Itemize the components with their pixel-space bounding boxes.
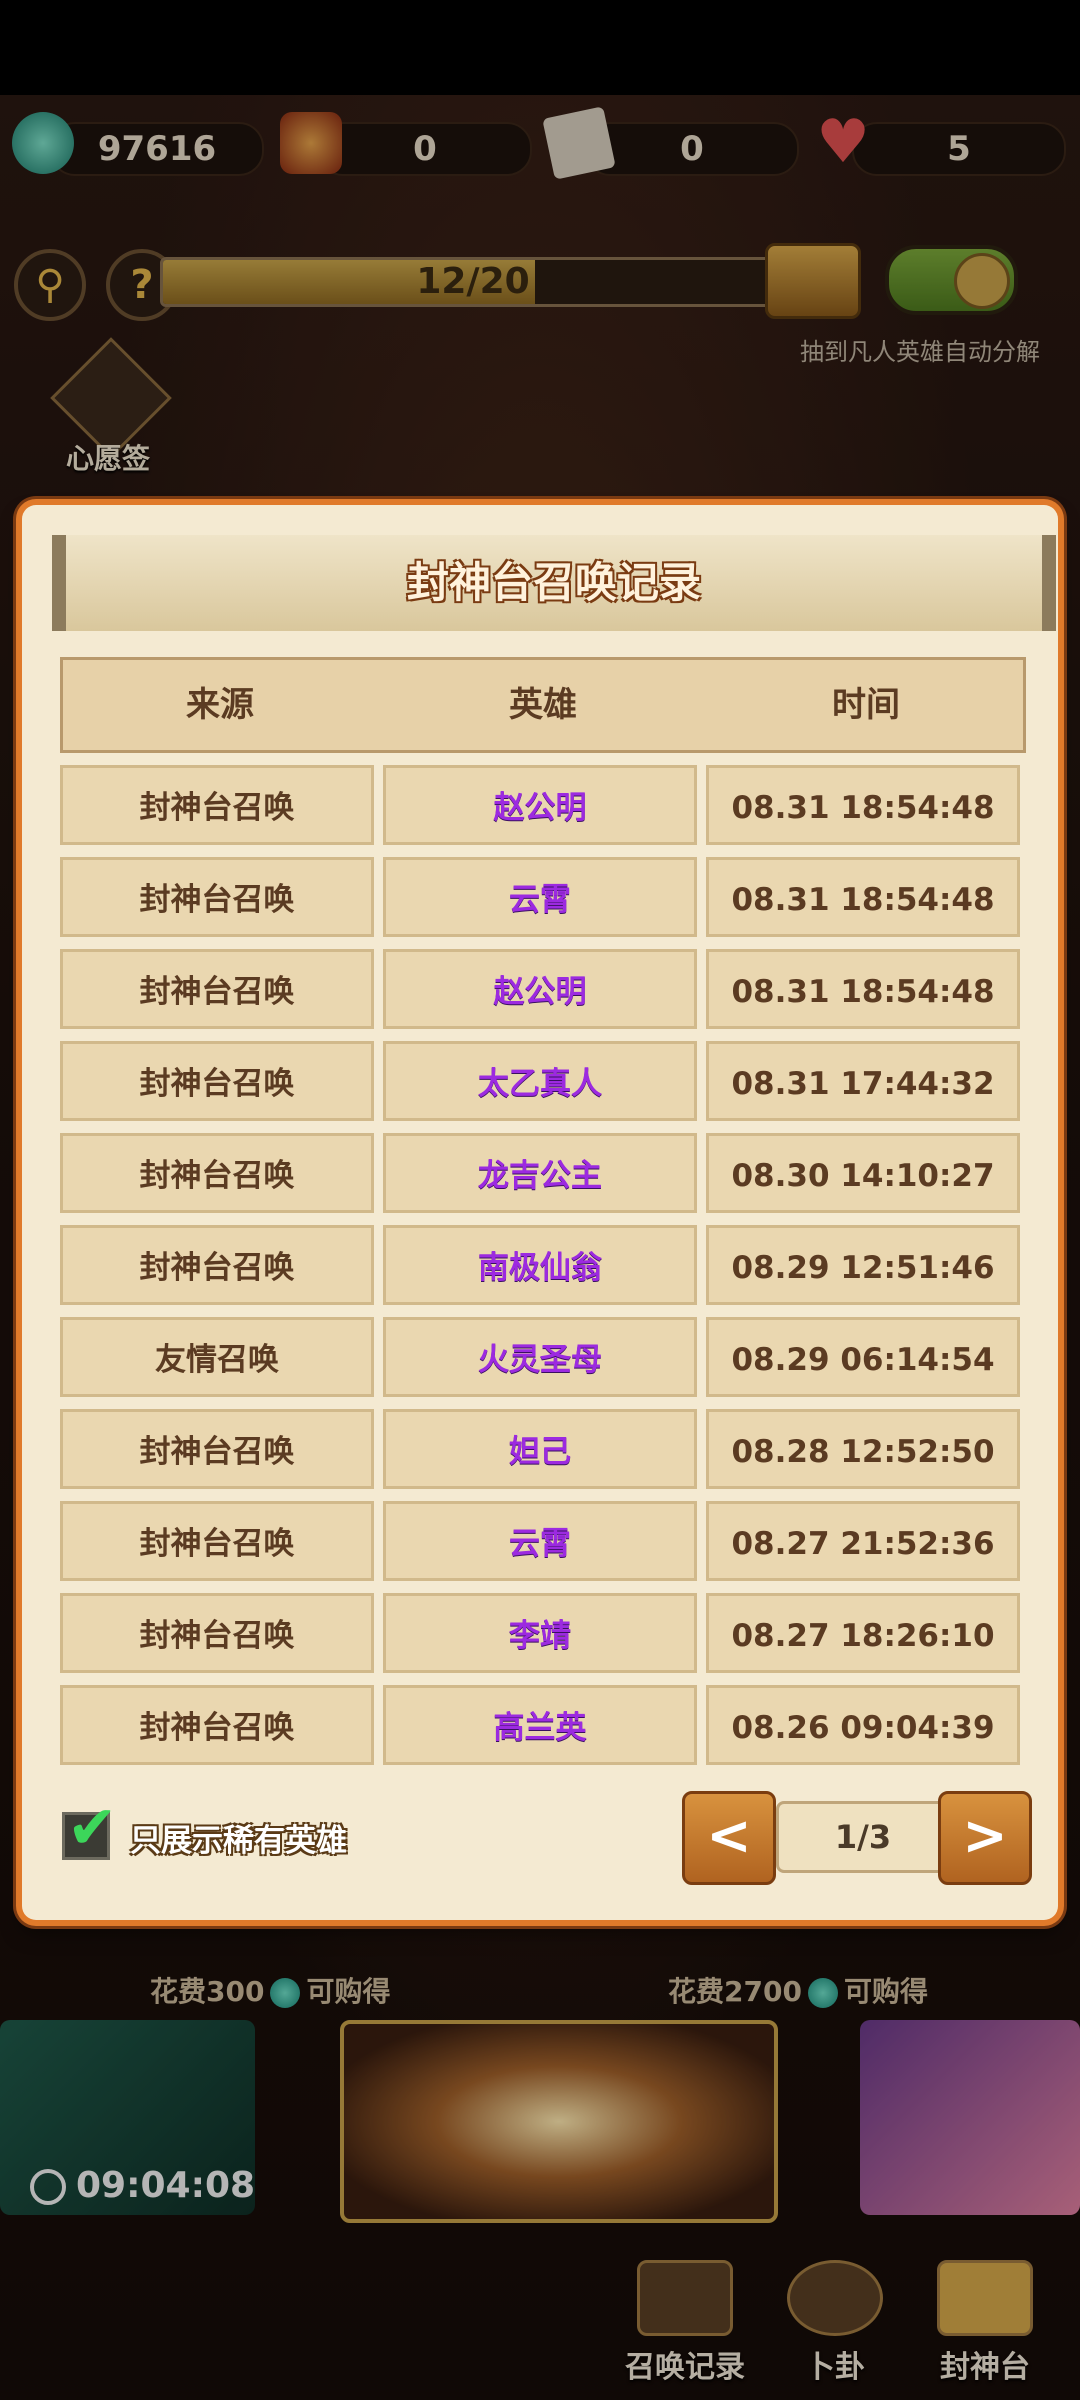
- cell-hero[interactable]: 妲己: [383, 1409, 697, 1489]
- cell-time: 08.31 17:44:32: [706, 1041, 1020, 1121]
- pager: < 1/3 >: [682, 1791, 1032, 1885]
- cell-hero[interactable]: 李靖: [383, 1593, 697, 1673]
- next-page-button[interactable]: >: [938, 1791, 1032, 1885]
- cell-time: 08.27 18:26:10: [706, 1593, 1020, 1673]
- column-time: 时间: [832, 685, 900, 725]
- cell-time: 08.31 18:54:48: [706, 765, 1020, 845]
- cell-source: 封神台召唤: [60, 1685, 374, 1765]
- table-row: 封神台召唤 云霄 08.27 21:52:36: [60, 1501, 1026, 1581]
- dialog-title: 封神台召唤记录: [406, 558, 701, 607]
- table-row: 封神台召唤 赵公明 08.31 18:54:48: [60, 765, 1026, 845]
- cell-source: 友情召唤: [60, 1317, 374, 1397]
- status-bar: [0, 0, 1080, 95]
- cell-hero[interactable]: 南极仙翁: [383, 1225, 697, 1305]
- cell-source: 封神台召唤: [60, 1041, 374, 1121]
- cell-time: 08.29 12:51:46: [706, 1225, 1020, 1305]
- cell-time: 08.28 12:52:50: [706, 1409, 1020, 1489]
- cell-hero[interactable]: 赵公明: [383, 949, 697, 1029]
- column-source: 来源: [186, 685, 254, 725]
- cell-source: 封神台召唤: [60, 1409, 374, 1489]
- cell-time: 08.31 18:54:48: [706, 857, 1020, 937]
- cell-time: 08.29 06:14:54: [706, 1317, 1020, 1397]
- table-row: 封神台召唤 云霄 08.31 18:54:48: [60, 857, 1026, 937]
- table-row: 友情召唤 火灵圣母 08.29 06:14:54: [60, 1317, 1026, 1397]
- table-header: 来源 英雄 时间: [60, 657, 1026, 753]
- cell-source: 封神台召唤: [60, 1593, 374, 1673]
- table-row: 封神台召唤 妲己 08.28 12:52:50: [60, 1409, 1026, 1489]
- table-row: 封神台召唤 龙吉公主 08.30 14:10:27: [60, 1133, 1026, 1213]
- cell-hero[interactable]: 云霄: [383, 857, 697, 937]
- cell-source: 封神台召唤: [60, 1225, 374, 1305]
- cell-time: 08.30 14:10:27: [706, 1133, 1020, 1213]
- checkmark-icon: ✔: [67, 1793, 118, 1863]
- column-hero: 英雄: [509, 685, 577, 725]
- rare-only-label: 只展示稀有英雄: [130, 1823, 347, 1859]
- prev-page-button[interactable]: <: [682, 1791, 776, 1885]
- rare-only-checkbox[interactable]: ✔: [62, 1793, 117, 1863]
- cell-source: 封神台召唤: [60, 857, 374, 937]
- cell-hero[interactable]: 高兰英: [383, 1685, 697, 1765]
- cell-time: 08.26 09:04:39: [706, 1685, 1020, 1765]
- record-list: 封神台召唤 赵公明 08.31 18:54:48 封神台召唤 云霄 08.31 18:54…: [60, 765, 1026, 1777]
- dialog-title-bar: 封神台召唤记录: [52, 535, 1056, 631]
- table-row: 封神台召唤 李靖 08.27 18:26:10: [60, 1593, 1026, 1673]
- cell-source: 封神台召唤: [60, 765, 374, 845]
- table-row: 封神台召唤 赵公明 08.31 18:54:48: [60, 949, 1026, 1029]
- page-indicator: 1/3: [776, 1801, 950, 1873]
- cell-source: 封神台召唤: [60, 1501, 374, 1581]
- cell-hero[interactable]: 云霄: [383, 1501, 697, 1581]
- cell-time: 08.27 21:52:36: [706, 1501, 1020, 1581]
- table-row: 封神台召唤 南极仙翁 08.29 12:51:46: [60, 1225, 1026, 1305]
- cell-source: 封神台召唤: [60, 949, 374, 1029]
- table-row: 封神台召唤 高兰英 08.26 09:04:39: [60, 1685, 1026, 1765]
- cell-source: 封神台召唤: [60, 1133, 374, 1213]
- cell-hero[interactable]: 赵公明: [383, 765, 697, 845]
- cell-time: 08.31 18:54:48: [706, 949, 1020, 1029]
- table-row: 封神台召唤 太乙真人 08.31 17:44:32: [60, 1041, 1026, 1121]
- cell-hero[interactable]: 龙吉公主: [383, 1133, 697, 1213]
- cell-hero[interactable]: 火灵圣母: [383, 1317, 697, 1397]
- cell-hero[interactable]: 太乙真人: [383, 1041, 697, 1121]
- summon-record-dialog: 封神台召唤记录 来源 英雄 时间 封神台召唤 赵公明 08.31 18:54:48 封…: [22, 505, 1058, 1920]
